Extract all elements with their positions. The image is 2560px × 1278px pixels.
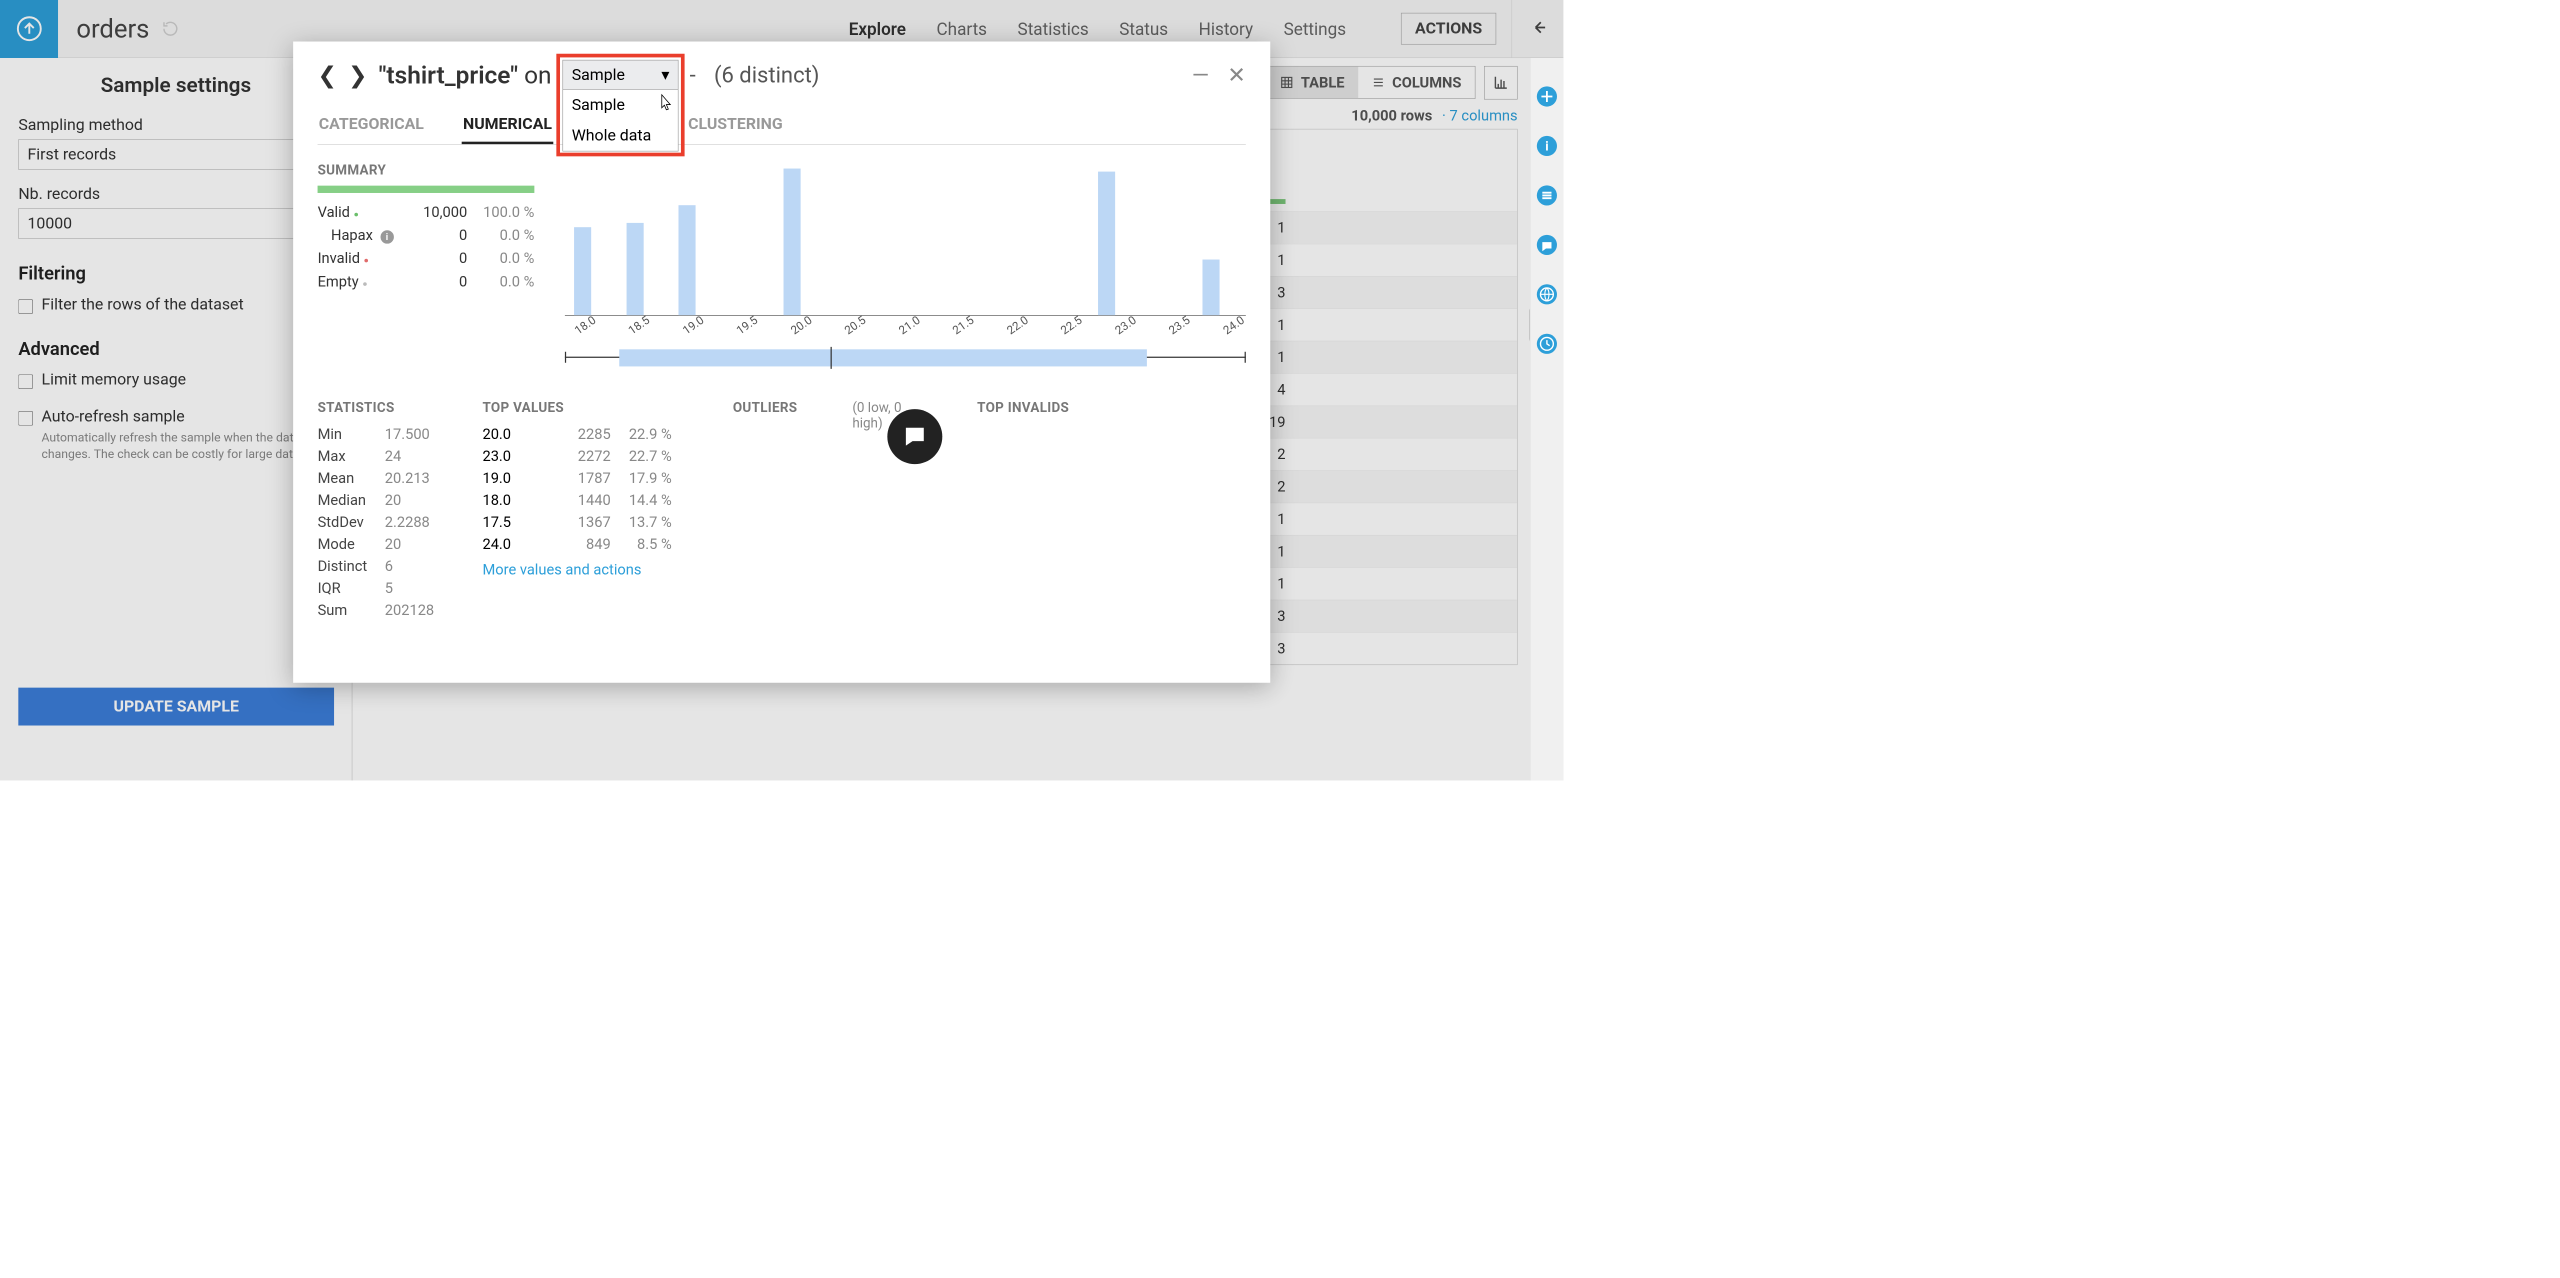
nb-records-label: Nb. records — [18, 185, 333, 203]
actions-button[interactable]: ACTIONS — [1401, 13, 1496, 45]
update-sample-button[interactable]: UPDATE SAMPLE — [18, 688, 334, 726]
sampling-method-select[interactable] — [18, 139, 333, 170]
svg-text:i: i — [1545, 140, 1548, 155]
top-value-row: 19.0178717.9 % — [482, 467, 690, 489]
summary-row: Hapax i00.0 % — [318, 224, 535, 247]
summary-heading: SUMMARY — [318, 163, 535, 178]
nav-charts[interactable]: Charts — [937, 19, 987, 39]
view-columns-button[interactable]: COLUMNS — [1358, 67, 1475, 99]
tab-clustering[interactable]: CLUSTERING — [687, 106, 784, 144]
prev-column-button[interactable]: ❮ — [318, 65, 338, 85]
right-rail: i — [1530, 58, 1564, 780]
columns-count-link[interactable]: · 7 columns — [1438, 107, 1517, 124]
distinct-label: (6 distinct) — [714, 62, 819, 88]
more-values-link[interactable]: More values and actions — [482, 561, 641, 578]
auto-refresh-hint: Automatically refresh the sample when th… — [42, 429, 334, 462]
limit-memory-label: Limit memory usage — [42, 371, 187, 389]
top-invalids-heading: TOP INVALIDS — [977, 401, 1087, 416]
outliers-heading: OUTLIERS — [733, 401, 798, 416]
filter-rows-checkbox[interactable] — [18, 299, 33, 314]
globe-icon[interactable] — [1536, 283, 1558, 305]
stat-row: Median20 — [318, 489, 440, 511]
histogram-bar[interactable] — [679, 205, 696, 315]
view-table-button[interactable]: TABLE — [1267, 67, 1358, 99]
stat-row: Mode20 — [318, 533, 440, 555]
nav-settings[interactable]: Settings — [1284, 19, 1346, 39]
scope-select-wrapper: Sample ▾ Sample Whole data — [563, 60, 679, 91]
range-slider[interactable] — [565, 346, 1246, 370]
divider — [1511, 0, 1512, 58]
auto-refresh-label: Auto-refresh sample — [42, 407, 185, 425]
list-icon[interactable] — [1536, 184, 1558, 206]
nav-statistics[interactable]: Statistics — [1018, 19, 1089, 39]
dataset-name: orders — [76, 14, 149, 44]
stat-row: StdDev2.2288 — [318, 511, 440, 533]
chart-toolbar-button[interactable] — [1484, 66, 1518, 100]
summary-row: Valid ●10,000100.0 % — [318, 200, 535, 223]
top-value-row: 17.5136713.7 % — [482, 511, 690, 533]
stat-row: Min17.500 — [318, 423, 440, 445]
histogram-bar[interactable] — [783, 169, 800, 316]
close-button[interactable]: ✕ — [1227, 62, 1245, 88]
minimize-button[interactable]: — — [1192, 62, 1209, 88]
histogram-bar[interactable] — [1098, 171, 1115, 315]
filtering-heading: Filtering — [18, 263, 333, 284]
app-logo[interactable] — [0, 0, 58, 58]
chat-rail-icon[interactable] — [1536, 234, 1558, 256]
tab-numerical[interactable]: NUMERICAL — [462, 106, 553, 144]
histogram-bar[interactable] — [626, 223, 643, 315]
top-nav: Explore Charts Statistics Status History… — [849, 13, 1496, 45]
column-analysis-modal: ❮ ❯ "tshirt_price" on Sample ▾ Sample Wh… — [293, 42, 1270, 683]
filter-rows-label: Filter the rows of the dataset — [42, 296, 244, 314]
stat-row: Max24 — [318, 445, 440, 467]
auto-refresh-checkbox[interactable] — [18, 411, 33, 426]
nav-explore[interactable]: Explore — [849, 19, 906, 39]
stat-row: Sum202128 — [318, 599, 440, 621]
add-icon[interactable] — [1536, 85, 1558, 107]
stat-row: IQR5 — [318, 577, 440, 599]
histogram-bar[interactable] — [574, 227, 591, 315]
scope-select[interactable]: Sample ▾ — [563, 60, 679, 91]
modal-title: "tshirt_price" on — [379, 61, 552, 90]
summary-row: Invalid ●00.0 % — [318, 247, 535, 270]
nav-status[interactable]: Status — [1119, 19, 1168, 39]
back-arrow-icon[interactable] — [1530, 17, 1551, 40]
sampling-method-label: Sampling method — [18, 116, 333, 134]
top-value-row: 18.0144014.4 % — [482, 489, 690, 511]
stat-row: Distinct6 — [318, 555, 440, 577]
nb-records-input[interactable] — [18, 208, 333, 239]
clock-icon[interactable] — [1536, 333, 1558, 355]
advanced-heading: Advanced — [18, 338, 333, 359]
info-icon[interactable]: i — [1536, 135, 1558, 157]
tab-categorical[interactable]: CATEGORICAL — [318, 106, 426, 144]
summary-row: Empty ●00.0 % — [318, 270, 535, 293]
limit-memory-checkbox[interactable] — [18, 374, 33, 389]
nav-history[interactable]: History — [1199, 19, 1253, 39]
histogram: 18.018.519.019.520.020.521.021.522.022.5… — [565, 163, 1246, 370]
cursor-icon — [657, 93, 673, 114]
top-value-row: 24.08498.5 % — [482, 533, 690, 555]
caret-down-icon: ▾ — [661, 66, 669, 84]
next-column-button[interactable]: ❯ — [348, 65, 368, 85]
stat-row: Mean20.213 — [318, 467, 440, 489]
scope-option-whole[interactable]: Whole data — [563, 120, 678, 151]
top-value-row: 20.0228522.9 % — [482, 423, 690, 445]
statistics-heading: STATISTICS — [318, 401, 440, 416]
view-toggle: TABLE COLUMNS — [1266, 66, 1475, 99]
refresh-icon[interactable] — [162, 20, 179, 37]
top-value-row: 23.0227222.7 % — [482, 445, 690, 467]
sample-settings-title: Sample settings — [18, 73, 333, 97]
validity-bar — [318, 186, 535, 193]
top-values-heading: TOP VALUES — [482, 401, 690, 416]
histogram-bar[interactable] — [1203, 259, 1220, 315]
